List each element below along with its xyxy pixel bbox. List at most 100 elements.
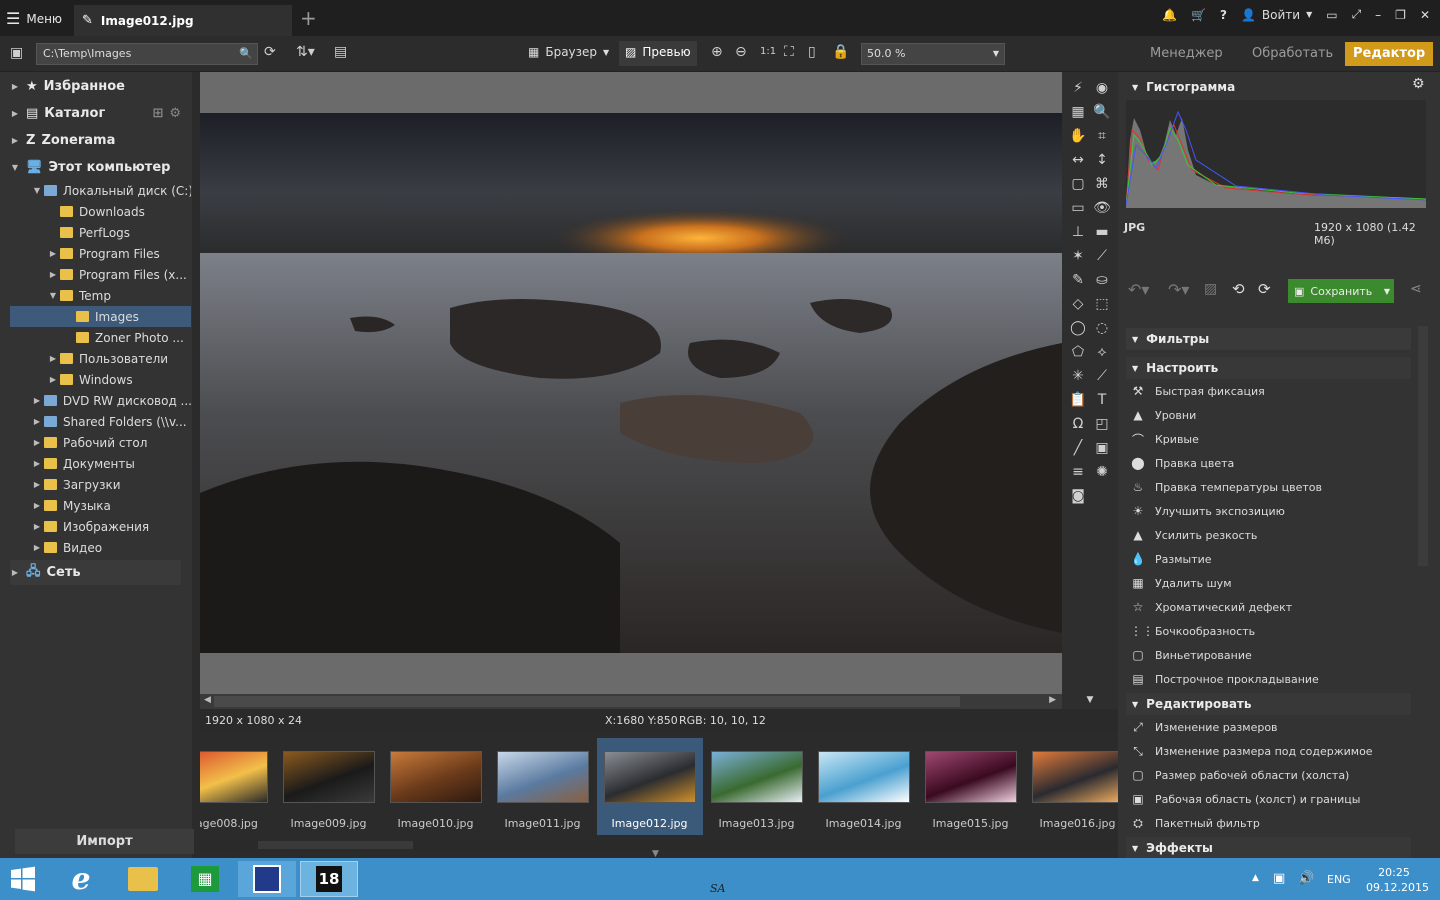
tab-image[interactable]: ✎ Image012.jpg: [74, 5, 292, 36]
filter-item[interactable]: 💧 Размытие: [1130, 548, 1212, 570]
expand-icon[interactable]: ▶: [10, 136, 20, 145]
rotate-left-icon[interactable]: ⟲: [1232, 280, 1245, 298]
tree-item[interactable]: Zoner Photo ...: [10, 327, 191, 348]
lasso-icon[interactable]: ◌: [1092, 318, 1112, 338]
panel-scrollbar[interactable]: [1418, 326, 1428, 566]
filter-item[interactable]: ▲ Усилить резкость: [1130, 524, 1257, 546]
tree-item[interactable]: ▶ Program Files: [10, 243, 191, 264]
actual-size-icon[interactable]: 1:1: [760, 46, 776, 57]
preview-button[interactable]: ▨ Превью: [619, 41, 697, 66]
line-icon[interactable]: ╱: [1068, 438, 1088, 458]
expand-icon[interactable]: ▶: [32, 501, 42, 510]
fullscreen-icon[interactable]: ⤢: [1352, 7, 1362, 22]
scroll-left-icon[interactable]: ◀: [204, 695, 211, 705]
hand-icon[interactable]: ✋: [1068, 126, 1088, 146]
menu-button[interactable]: ☰ Меню: [6, 9, 62, 28]
settings-icon[interactable]: ✺: [1092, 462, 1112, 482]
expand-icon[interactable]: ▼: [48, 291, 58, 300]
tree-item[interactable]: ▶ Музыка: [10, 495, 191, 516]
filmstrip-scroll[interactable]: [200, 840, 1118, 850]
sidebar-item-network[interactable]: ▶ 🖧 Сеть: [10, 560, 181, 585]
zoom-out-icon[interactable]: ⊖: [735, 44, 747, 60]
new-folder-icon[interactable]: ▤: [334, 44, 347, 60]
refresh-icon[interactable]: ⟳: [264, 44, 276, 60]
network-tray-icon[interactable]: ▣: [1273, 871, 1285, 886]
erase-icon[interactable]: ◇: [1068, 294, 1088, 314]
filter-item[interactable]: ▲ Уровни: [1130, 404, 1196, 426]
tree-item[interactable]: ▶ Рабочий стол: [10, 432, 191, 453]
gear-icon[interactable]: ⚙: [169, 106, 181, 121]
filter-item[interactable]: ⚒ Быстрая фиксация: [1130, 380, 1265, 402]
path-input[interactable]: C:\Temp\Images 🔍: [36, 43, 258, 65]
sidebar-item-favorites[interactable]: ▶ ★ Избранное: [10, 74, 181, 99]
histogram-header[interactable]: ▼ Гистограмма: [1126, 76, 1426, 98]
zoom-select[interactable]: 50.0 % ▼: [861, 43, 1005, 65]
transform-icon[interactable]: ▢: [1068, 174, 1088, 194]
tree-item[interactable]: Downloads: [10, 201, 191, 222]
quick-fix-icon[interactable]: ⚡: [1068, 78, 1088, 98]
brush-icon[interactable]: ⟋: [1092, 246, 1112, 266]
login-button[interactable]: 👤 Войти ▼: [1241, 8, 1312, 22]
filter-item[interactable]: ⬤ Правка цвета: [1130, 452, 1234, 474]
tree-item[interactable]: Images: [10, 306, 191, 327]
expand-icon[interactable]: ▶: [32, 438, 42, 447]
perspective-icon[interactable]: ⌘: [1092, 174, 1112, 194]
expand-icon[interactable]: ▶: [32, 543, 42, 552]
clipboard-icon[interactable]: 📋: [1068, 390, 1088, 410]
explorer-button[interactable]: [114, 861, 172, 897]
mode-editor[interactable]: Редактор: [1345, 42, 1434, 66]
tree-item[interactable]: ▼ Temp: [10, 285, 191, 306]
expand-icon[interactable]: ▶: [10, 109, 20, 118]
expand-icon[interactable]: ▶: [32, 480, 42, 489]
filmstrip-thumbnail[interactable]: [200, 751, 268, 803]
tree-item[interactable]: ▶ Изображения: [10, 516, 191, 537]
share-icon[interactable]: ⋖: [1410, 281, 1422, 297]
browser-button[interactable]: ▦ Браузер ▼: [528, 45, 609, 59]
collapse-icon[interactable]: ▼: [10, 163, 20, 172]
scroll-thumb[interactable]: [258, 841, 413, 849]
undo-icon[interactable]: ↶▾: [1128, 280, 1149, 299]
app-button-floppy[interactable]: [238, 861, 296, 897]
expand-icon[interactable]: ▶: [32, 417, 42, 426]
tree-item[interactable]: ▶ Program Files (x...: [10, 264, 191, 285]
chevron-down-icon[interactable]: ▼: [1384, 287, 1390, 296]
tree-item[interactable]: ▶ Загрузки: [10, 474, 191, 495]
select-edit-icon[interactable]: ⟋: [1092, 366, 1112, 386]
rect-select-icon[interactable]: ⬚: [1092, 294, 1112, 314]
tree-item[interactable]: ▼ Локальный диск (C:): [10, 180, 191, 201]
straighten-icon[interactable]: ↔: [1068, 150, 1088, 170]
expand-icon[interactable]: ▶: [10, 82, 20, 91]
magnetic-lasso-icon[interactable]: ⟡: [1092, 342, 1112, 362]
filter-item[interactable]: ▤ Построчное прокладывание: [1130, 668, 1318, 690]
scroll-down-icon[interactable]: ▼: [1080, 690, 1100, 710]
search-icon[interactable]: 🔍: [239, 44, 253, 64]
sidebar-item-zonerama[interactable]: ▶ Z Zonerama: [10, 128, 181, 153]
expand-icon[interactable]: ▼: [32, 186, 42, 195]
paint-brush-icon[interactable]: ✎: [1068, 270, 1088, 290]
histogram-settings-icon[interactable]: ⚙: [1412, 76, 1425, 92]
filter-item[interactable]: ▦ Удалить шум: [1130, 572, 1231, 594]
tree-item[interactable]: PerfLogs: [10, 222, 191, 243]
ellipse-select-icon[interactable]: ◯: [1068, 318, 1088, 338]
edit-header[interactable]: ▼ Редактировать: [1126, 693, 1411, 715]
filmstrip-thumbnail[interactable]: [604, 751, 696, 803]
minimize-icon[interactable]: –: [1375, 8, 1381, 22]
expand-icon[interactable]: ▶: [32, 396, 42, 405]
scroll-right-icon[interactable]: ▶: [1049, 695, 1056, 705]
import-button[interactable]: Импорт: [15, 829, 194, 854]
zoom-icon[interactable]: 🔍: [1092, 102, 1112, 122]
clock[interactable]: 20:25 09.12.2015: [1366, 865, 1429, 895]
tree-item[interactable]: ▶ Документы: [10, 453, 191, 474]
lock-icon[interactable]: 🔒: [832, 44, 849, 60]
filmstrip-thumbnail[interactable]: [390, 751, 482, 803]
filter-item[interactable]: ⋮⋮ Бочкообразность: [1130, 620, 1255, 642]
bucket-icon[interactable]: ⛀: [1092, 270, 1112, 290]
save-button[interactable]: ▣ Сохранить ▼: [1288, 279, 1394, 303]
expand-icon[interactable]: ▶: [48, 270, 58, 279]
filter-item[interactable]: ⛭ Пакетный фильтр: [1130, 812, 1260, 834]
magic-brush-icon[interactable]: ✶: [1068, 246, 1088, 266]
filter-item[interactable]: ▢ Размер рабочей области (холста): [1130, 764, 1349, 786]
polygon-lasso-icon[interactable]: ⬠: [1068, 342, 1088, 362]
filters-header[interactable]: ▼ Фильтры: [1126, 328, 1411, 350]
eye-icon[interactable]: 👁: [1092, 198, 1112, 218]
